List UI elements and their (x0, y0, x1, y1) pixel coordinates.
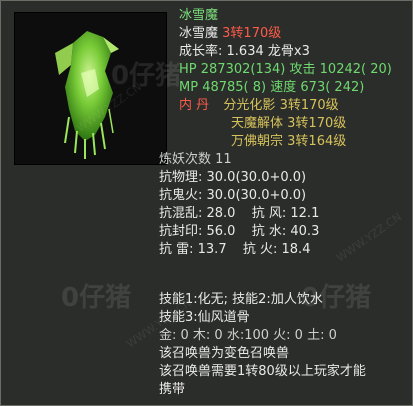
bone-count: 龙骨x3 (267, 44, 310, 59)
attack-value: 10242( 20) (319, 62, 392, 77)
growth-value: 1.634 (226, 44, 264, 59)
element-affinity: 金: 0 木: 0 水:100 火: 0 土: 0 (159, 328, 337, 343)
resist-wind: 抗 风: 12.1 (251, 206, 320, 221)
resist-pair-1: 抗混乱: 28.0 抗 风: 12.1 (159, 205, 319, 223)
growth-label: 成长率 (179, 44, 219, 59)
note-requirement: 该召唤兽需要1转80级以上玩家才能 (159, 364, 366, 379)
neidan-label: 内 丹 (179, 98, 210, 113)
neidan-row-2: 天魔解体 3转170级 (179, 115, 412, 133)
skills-line-1: 技能1:化无; 技能2:加人饮水 (159, 292, 323, 307)
watermark-url: WWW.YZZ.CN (334, 210, 404, 265)
neidan-level: 3转170级 (287, 116, 347, 131)
resist-ghostfire: 抗鬼火: 30.0(30.0+0.0) (159, 188, 307, 203)
pet-portrait (14, 12, 167, 165)
skills-line-2: 技能3:仙风道骨 (159, 310, 250, 325)
mp-speed-row: MP 48785( 8) 速度 673( 242) (179, 79, 412, 97)
pet-info-panel: 0仔猪 0仔猪 0仔猪 WWW.YZZ.CN WWW.YZZ.CN WWW.YZ… (0, 0, 413, 406)
ice-demon-sprite-icon (55, 31, 119, 159)
growth-row: 成长率: 1.634 龙骨x3 (179, 44, 310, 59)
resist-block: 炼妖次数 11 抗物理: 30.0(30.0+0.0) 抗鬼火: 30.0(30… (159, 151, 319, 259)
resist-fire: 抗 火: 18.4 (242, 242, 311, 257)
hp-label: HP (179, 62, 197, 77)
pet-level: 3转170级 (222, 26, 282, 41)
refine-value: 11 (215, 152, 232, 167)
note-color-change: 该召唤兽为变色召唤兽 (159, 346, 290, 361)
note-requirement-cont: 携带 (159, 382, 186, 397)
neidan-name: 分光化影 (223, 98, 276, 113)
resist-physical: 抗物理: 30.0(30.0+0.0) (159, 170, 307, 185)
resist-chaos: 抗混乱: 28.0 (159, 206, 236, 221)
pet-stats: 冰雪魔 冰雪魔 3转170级 成长率: 1.634 龙骨x3 HP 287302… (179, 7, 412, 151)
speed-value: 673( 242) (300, 80, 365, 95)
resist-water: 抗 水: 40.3 (251, 224, 320, 239)
resist-seal: 抗封印: 56.0 (159, 224, 236, 239)
neidan-level: 3转164级 (287, 134, 347, 149)
attack-label: 攻击 (289, 62, 316, 77)
neidan-level: 3转170级 (279, 98, 339, 113)
neidan-name: 天魔解体 (231, 116, 284, 131)
hp-value: 287302(134) (200, 62, 286, 77)
refine-label: 炼妖次数 (159, 152, 212, 167)
resist-pair-3: 抗 雷: 13.7 抗 火: 18.4 (159, 241, 319, 259)
resist-pair-2: 抗封印: 56.0 抗 水: 40.3 (159, 223, 319, 241)
mp-label: MP (179, 80, 199, 95)
neidan-row-1: 内 丹 分光化影 3转170级 (179, 97, 412, 115)
skills-block: 技能1:化无; 技能2:加人饮水 技能3:仙风道骨 金: 0 木: 0 水:10… (159, 291, 366, 399)
watermark-logo: 0仔猪 (61, 283, 132, 313)
neidan-name: 万佛朝宗 (231, 134, 284, 149)
refine-row: 炼妖次数 11 (159, 151, 319, 169)
pet-title: 冰雪魔 (179, 8, 219, 23)
hp-attack-row: HP 287302(134) 攻击 10242( 20) (179, 61, 412, 79)
mp-value: 48785( 8) (202, 80, 267, 95)
resist-thunder: 抗 雷: 13.7 (159, 242, 227, 257)
pet-name-row: 冰雪魔 3转170级 (179, 25, 412, 43)
speed-label: 速度 (270, 80, 297, 95)
pet-name: 冰雪魔 (179, 26, 219, 41)
neidan-row-3: 万佛朝宗 3转164级 (179, 133, 412, 151)
